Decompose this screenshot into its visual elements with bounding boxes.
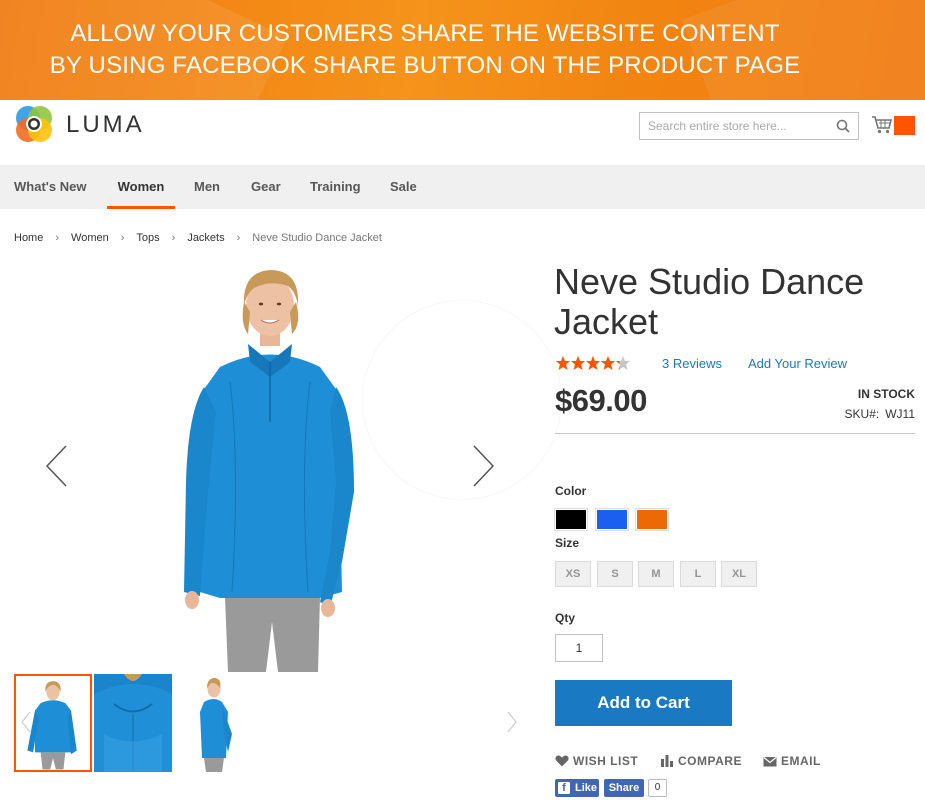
email-link[interactable]: EMAIL <box>763 754 821 768</box>
color-swatch-black[interactable] <box>554 508 588 531</box>
nav-item-sale[interactable]: Sale <box>390 165 417 209</box>
banner-line-1: ALLOW YOUR CUSTOMERS SHARE THE WEBSITE C… <box>70 20 780 47</box>
cart-icon[interactable] <box>871 115 893 135</box>
search-box[interactable] <box>639 112 859 140</box>
thumbnail-next-arrow-icon[interactable] <box>506 710 518 734</box>
nav-item-gear[interactable]: Gear <box>251 165 281 209</box>
sku: SKU#: WJ11 <box>845 407 915 421</box>
facebook-icon: f <box>558 782 570 794</box>
qty-input[interactable] <box>555 634 603 662</box>
thumbnail-prev-arrow-icon[interactable] <box>20 710 32 734</box>
chevron-right-icon: › <box>120 232 125 244</box>
banner-line-2: BY USING FACEBOOK SHARE BUTTON ON THE PR… <box>49 52 801 79</box>
nav-item-women[interactable]: Women <box>107 165 175 209</box>
compare-link[interactable]: COMPARE <box>660 754 742 768</box>
chevron-right-icon: › <box>236 232 241 244</box>
facebook-share-button[interactable]: Share <box>604 779 644 797</box>
thumbnail-side[interactable] <box>174 674 252 772</box>
nav-item-training[interactable]: Training <box>310 165 361 209</box>
breadcrumb-jackets[interactable]: Jackets <box>187 232 224 244</box>
rating-stars-icon <box>556 356 630 370</box>
heart-icon <box>555 755 569 767</box>
divider <box>555 433 915 434</box>
facebook-like-label: Like <box>575 782 598 794</box>
search-input[interactable] <box>640 113 830 139</box>
gallery-next-arrow-icon[interactable] <box>472 444 496 488</box>
product-price: $69.00 <box>555 383 647 418</box>
size-option-l[interactable]: L <box>680 561 716 587</box>
product-main-image[interactable] <box>170 262 370 672</box>
sku-value: WJ11 <box>885 407 915 421</box>
main-navigation: What's New Women Men Gear Training Sale <box>0 165 925 209</box>
breadcrumb: Home › Women › Tops › Jackets › Neve Studio Danc… <box>14 232 382 244</box>
envelope-icon <box>763 757 777 767</box>
compare-icon <box>661 755 673 767</box>
logo-text[interactable]: LUMA <box>66 111 145 139</box>
breadcrumb-current: Neve Studio Dance Jacket <box>252 232 382 244</box>
luma-logo-icon[interactable] <box>14 104 54 144</box>
wishlist-label: WISH LIST <box>573 754 639 768</box>
cart-counter-badge[interactable] <box>894 116 915 135</box>
breadcrumb-tops[interactable]: Tops <box>136 232 159 244</box>
thumbnail-back-detail[interactable] <box>94 674 172 772</box>
compare-label: COMPARE <box>678 754 742 768</box>
promo-banner: ALLOW YOUR CUSTOMERS SHARE THE WEBSITE C… <box>0 0 925 100</box>
facebook-like-button[interactable]: f Like <box>555 779 599 797</box>
facebook-share-count: 0 <box>648 779 667 797</box>
breadcrumb-home[interactable]: Home <box>14 232 43 244</box>
color-swatch-orange[interactable] <box>635 508 669 531</box>
reviews-link[interactable]: 3 Reviews <box>662 356 722 371</box>
qty-label: Qty <box>555 611 576 625</box>
email-label: EMAIL <box>781 754 821 768</box>
chevron-right-icon: › <box>171 232 176 244</box>
wishlist-link[interactable]: WISH LIST <box>555 754 638 768</box>
size-option-xl[interactable]: XL <box>721 561 757 587</box>
add-review-link[interactable]: Add Your Review <box>748 356 847 371</box>
size-option-m[interactable]: M <box>638 561 674 587</box>
breadcrumb-women[interactable]: Women <box>71 232 109 244</box>
search-icon[interactable] <box>836 119 850 133</box>
nav-item-men[interactable]: Men <box>194 165 220 209</box>
add-to-cart-button[interactable]: Add to Cart <box>555 680 732 726</box>
product-title: Neve Studio Dance Jacket <box>554 261 865 342</box>
gallery-background-decoration <box>362 300 562 500</box>
sku-label: SKU#: <box>844 407 880 421</box>
color-swatch-blue[interactable] <box>595 508 629 531</box>
gallery-prev-arrow-icon[interactable] <box>44 444 68 488</box>
stock-status: IN STOCK <box>857 387 915 401</box>
size-option-s[interactable]: S <box>597 561 633 587</box>
color-label: Color <box>555 484 587 498</box>
size-option-xs[interactable]: XS <box>555 561 591 587</box>
nav-item-whats-new[interactable]: What's New <box>14 165 86 209</box>
size-label: Size <box>555 536 580 550</box>
chevron-right-icon: › <box>55 232 60 244</box>
